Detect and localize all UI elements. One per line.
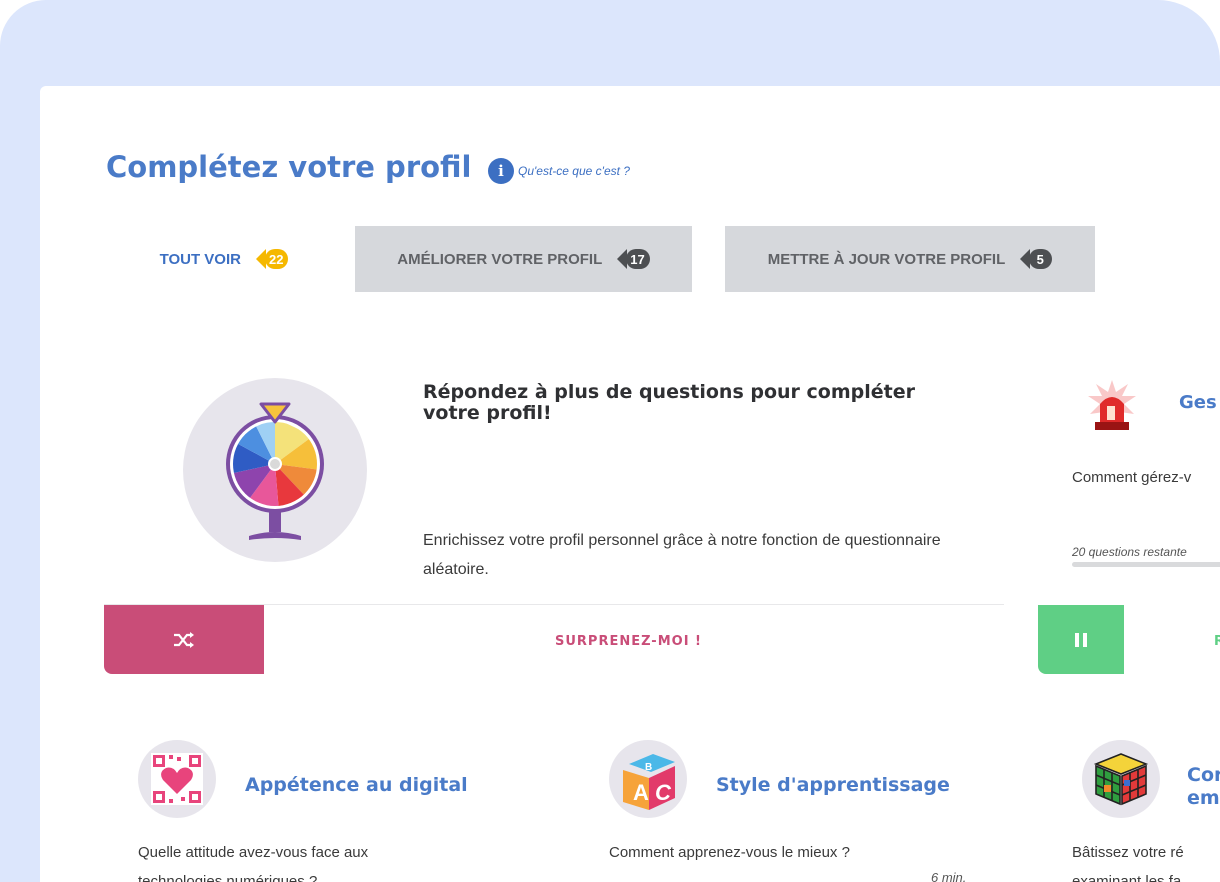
questionnaire-icon-bg: A C B <box>609 740 687 818</box>
rubiks-cube-icon <box>1093 753 1149 806</box>
tab-improve-profile[interactable]: AMÉLIORER VOTRE PROFIL 17 <box>355 226 692 292</box>
remaining-count: 20 questions restante <box>1072 545 1187 559</box>
count-badge: 22 <box>255 249 289 269</box>
questionnaire-question-cont: technologies numériques ? <box>138 873 318 882</box>
tab-label: METTRE À JOUR VOTRE PROFIL <box>767 250 1006 268</box>
questionnaire-icon-bg <box>138 740 216 818</box>
shuffle-button[interactable] <box>104 605 264 674</box>
duration-label: 6 min. <box>931 870 967 882</box>
questionnaire-icon-bg <box>1082 740 1160 818</box>
page-title: Complétez votre profil <box>106 150 472 184</box>
tab-all[interactable]: TOUT VOIR 22 <box>124 226 324 292</box>
questionnaire-question: Comment gérez-v <box>1072 469 1192 486</box>
pause-button[interactable] <box>1038 605 1124 674</box>
featured-description: Enrichissez votre profil personnel grâce… <box>423 532 941 578</box>
alarm-siren-icon <box>1088 380 1136 430</box>
questionnaire-title[interactable]: Appétence au digital <box>245 774 468 796</box>
tab-update-profile[interactable]: METTRE À JOUR VOTRE PROFIL 5 <box>725 226 1095 292</box>
questionnaire-title[interactable]: Ges <box>1179 392 1217 413</box>
info-link[interactable]: Qu'est-ce que c'est ? <box>518 164 630 178</box>
pause-icon <box>1075 632 1087 647</box>
surprise-me-link[interactable]: SURPRENEZ-MOI ! <box>555 634 702 649</box>
resume-link[interactable]: R <box>1214 634 1220 649</box>
featured-heading: Répondez à plus de questions pour complé… <box>423 381 915 424</box>
tab-label: TOUT VOIR <box>159 250 241 268</box>
questionnaire-question: Quelle attitude avez-vous face aux <box>138 844 369 861</box>
info-icon[interactable]: i <box>488 158 514 184</box>
questionnaire-title-cont[interactable]: em <box>1187 787 1220 809</box>
questionnaire-title[interactable]: Style d'apprentissage <box>716 774 950 796</box>
wheel-illustration <box>183 378 367 562</box>
count-badge: 5 <box>1020 249 1053 269</box>
questionnaire-question: Bâtissez votre ré <box>1072 844 1184 861</box>
count-badge: 17 <box>617 249 650 269</box>
tab-label: AMÉLIORER VOTRE PROFIL <box>397 250 603 268</box>
svg-text:C: C <box>655 780 672 805</box>
questionnaire-question: Comment apprenez-vous le mieux ? <box>609 844 850 861</box>
prize-wheel-icon <box>226 402 324 540</box>
svg-text:A: A <box>633 780 649 805</box>
qr-heart-icon <box>151 753 203 805</box>
questionnaire-question-cont: examinant les fa <box>1072 873 1182 882</box>
questionnaire-title[interactable]: Cor <box>1187 764 1220 786</box>
profile-panel: Complétez votre profil i Qu'est-ce que c… <box>40 86 1220 882</box>
svg-text:B: B <box>645 762 652 773</box>
abc-block-icon: A C B <box>623 754 675 810</box>
progress-bar <box>1072 562 1220 567</box>
shuffle-icon <box>174 631 194 648</box>
